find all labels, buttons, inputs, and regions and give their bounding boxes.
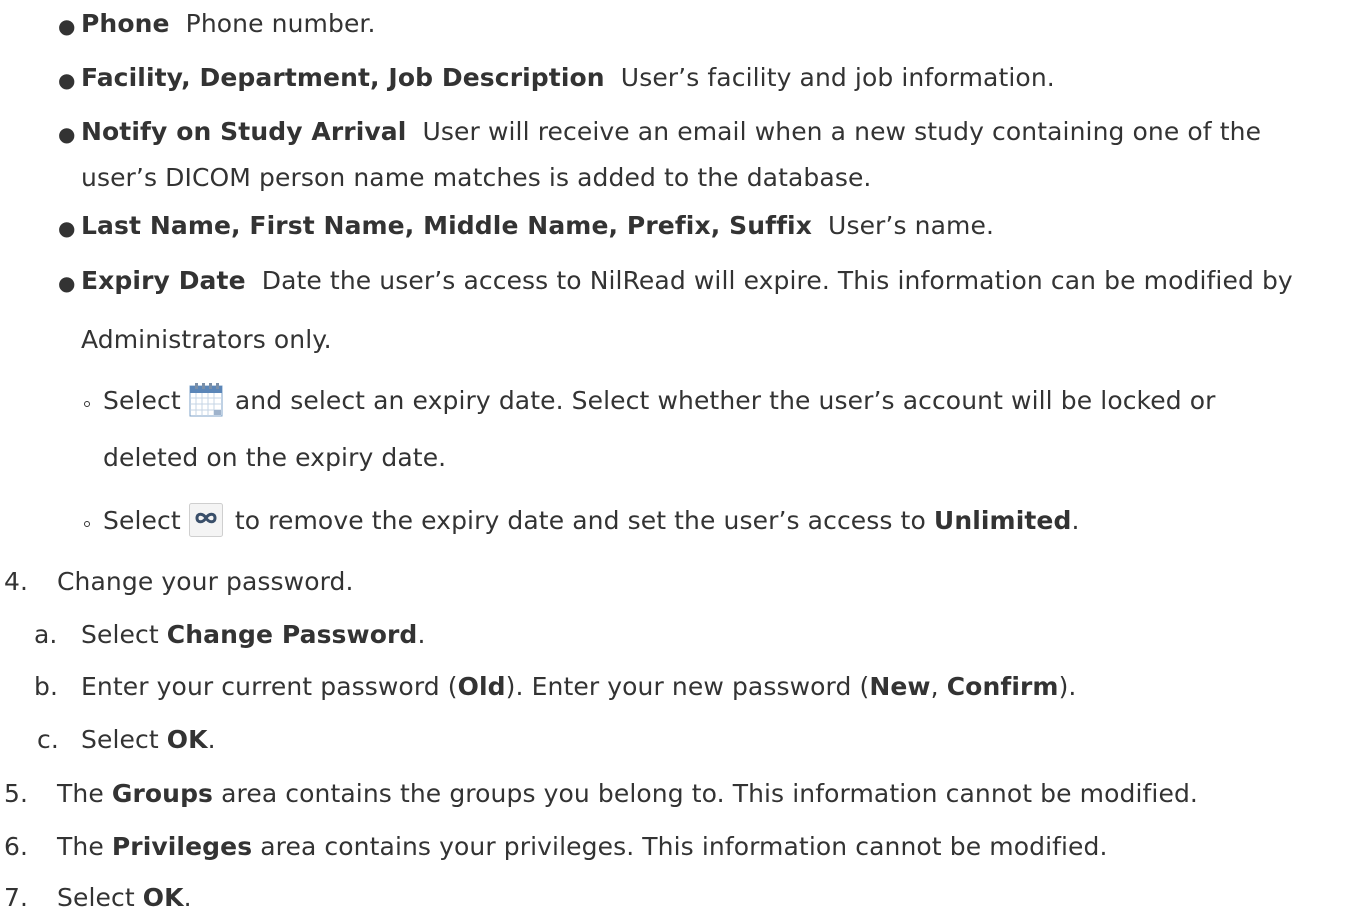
- substep-b: Enter your current password (Old). Enter…: [81, 669, 1076, 705]
- substep-letter: b.: [34, 672, 59, 701]
- infinity-icon[interactable]: [188, 503, 223, 537]
- substep-bold: Change Password: [166, 620, 418, 649]
- circle-bullet: [84, 521, 90, 527]
- substep-pre: Select: [81, 725, 159, 754]
- expiry-sub-calendar: Select and select an expiry date. Select…: [103, 383, 1216, 419]
- list-item-notify-cont: user’s DICOM person name matches is adde…: [81, 160, 871, 196]
- circle-bullet: [84, 401, 90, 407]
- substep-bold-new: New: [869, 672, 931, 701]
- bullet: ●: [58, 216, 76, 240]
- field-desc: Date the user’s access to NilRead will e…: [261, 266, 1293, 295]
- list-item-expiry: Expiry Date Date the user’s access to Ni…: [81, 263, 1293, 299]
- step-4-text: Change your password.: [57, 564, 354, 600]
- substep-sep: ,: [930, 672, 947, 701]
- substep-letter: c.: [37, 725, 59, 754]
- step-number: 4.: [4, 567, 29, 596]
- substep-c: Select OK.: [81, 722, 216, 758]
- step-pre: The: [57, 832, 104, 861]
- step-5-text: The Groups area contains the groups you …: [57, 776, 1198, 812]
- substep-bold-old: Old: [457, 672, 506, 701]
- step-6-text: The Privileges area contains your privil…: [57, 829, 1108, 865]
- sub-post: and select an expiry date. Select whethe…: [234, 386, 1216, 415]
- bullet: ●: [58, 122, 76, 146]
- field-term: Last Name, First Name, Middle Name, Pref…: [81, 211, 812, 240]
- list-item-expiry-cont: Administrators only.: [81, 322, 332, 358]
- field-term: Notify on Study Arrival: [81, 117, 407, 146]
- step-bold: Privileges: [111, 832, 253, 861]
- field-term: Facility, Department, Job Description: [81, 63, 605, 92]
- expiry-sub-calendar-cont: deleted on the expiry date.: [103, 440, 446, 476]
- field-desc: User’s facility and job information.: [620, 63, 1055, 92]
- list-item-notify: Notify on Study Arrival User will receiv…: [81, 114, 1261, 150]
- step-number: 5.: [4, 779, 29, 808]
- step-bold: Groups: [111, 779, 214, 808]
- substep-end: .: [417, 620, 426, 649]
- step-number: 7.: [4, 883, 29, 912]
- field-desc: User’s name.: [828, 211, 994, 240]
- field-desc: Phone number.: [185, 9, 376, 38]
- step-post: area contains the groups you belong to. …: [221, 779, 1198, 808]
- sub-post: to remove the expiry date and set the us…: [234, 506, 926, 535]
- bullet: ●: [58, 68, 76, 92]
- substep-bold: OK: [166, 725, 208, 754]
- substep-pre: Select: [81, 620, 159, 649]
- step-post: area contains your privileges. This info…: [260, 832, 1108, 861]
- list-item-facility: Facility, Department, Job Description Us…: [81, 60, 1055, 96]
- field-desc-cont: user’s DICOM person name matches is adde…: [81, 163, 872, 192]
- sub-pre: Select: [103, 506, 181, 535]
- substep-end: .: [207, 725, 216, 754]
- calendar-icon[interactable]: [189, 383, 223, 417]
- field-term: Expiry Date: [81, 266, 246, 295]
- substep-mid: ). Enter your new password (: [505, 672, 870, 701]
- list-item-name: Last Name, First Name, Middle Name, Pref…: [81, 208, 994, 244]
- bullet: ●: [58, 271, 76, 295]
- sub-end: .: [1071, 506, 1080, 535]
- bullet: ●: [58, 14, 76, 38]
- substep-a: Select Change Password.: [81, 617, 425, 653]
- expiry-sub-infinity: Select to remove the expiry date and set…: [103, 503, 1080, 539]
- step-7-text: Select OK.: [57, 880, 192, 916]
- step-end: .: [183, 883, 192, 912]
- list-item-phone: Phone Phone number.: [81, 6, 376, 42]
- sub-bold: Unlimited: [933, 506, 1072, 535]
- field-term: Phone: [81, 9, 170, 38]
- field-desc-cont: Administrators only.: [81, 325, 332, 354]
- sub-pre: Select: [103, 386, 181, 415]
- step-bold: OK: [142, 883, 184, 912]
- substep-letter: a.: [34, 620, 58, 649]
- step-text: Change your password.: [57, 567, 354, 596]
- step-pre: Select: [57, 883, 135, 912]
- substep-end: ).: [1058, 672, 1077, 701]
- step-number: 6.: [4, 832, 29, 861]
- substep-bold-confirm: Confirm: [946, 672, 1059, 701]
- field-desc: User will receive an email when a new st…: [422, 117, 1262, 146]
- sub-cont: deleted on the expiry date.: [103, 443, 447, 472]
- step-pre: The: [57, 779, 104, 808]
- substep-pre: Enter your current password (: [81, 672, 458, 701]
